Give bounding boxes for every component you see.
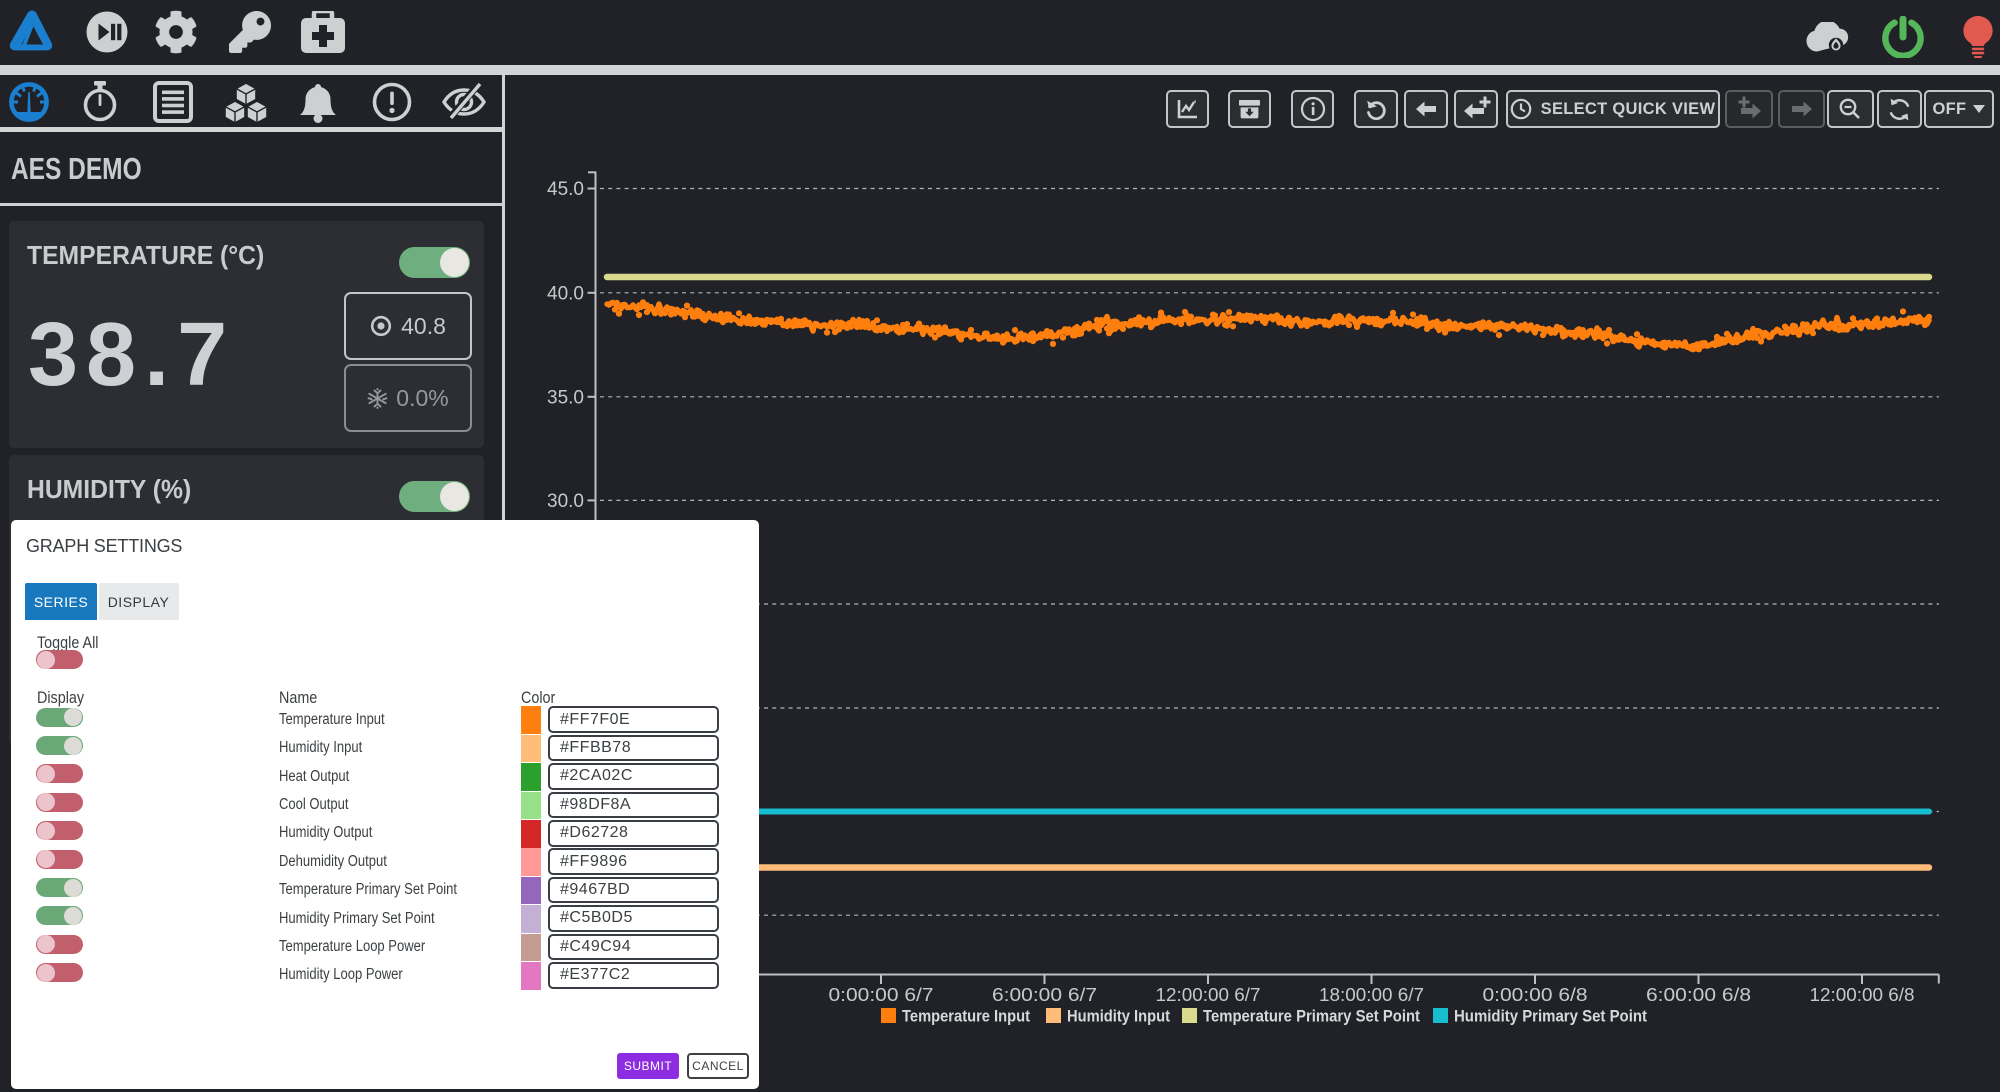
svg-text:0:00:00 6/8: 0:00:00 6/8 bbox=[1483, 984, 1588, 1005]
svg-text:6:00:00 6/8: 6:00:00 6/8 bbox=[1646, 984, 1751, 1005]
svg-text:40.0: 40.0 bbox=[547, 283, 584, 304]
svg-text:35.0: 35.0 bbox=[547, 387, 584, 408]
svg-text:Humidity Primary Set Point: Humidity Primary Set Point bbox=[1454, 1008, 1647, 1026]
svg-text:30.0: 30.0 bbox=[547, 491, 584, 512]
svg-text:Temperature Input: Temperature Input bbox=[902, 1008, 1030, 1026]
svg-text:12:00:00 6/8: 12:00:00 6/8 bbox=[1810, 984, 1915, 1005]
svg-text:6:00:00 6/7: 6:00:00 6/7 bbox=[992, 984, 1097, 1005]
svg-text:12:00:00 6/7: 12:00:00 6/7 bbox=[1156, 984, 1261, 1005]
svg-text:Temperature Primary Set Point: Temperature Primary Set Point bbox=[1203, 1008, 1420, 1026]
svg-text:18:00:00 6/7: 18:00:00 6/7 bbox=[1319, 984, 1424, 1005]
svg-text:Humidity Input: Humidity Input bbox=[1067, 1008, 1170, 1026]
svg-text:45.0: 45.0 bbox=[547, 179, 584, 200]
svg-text:0:00:00 6/7: 0:00:00 6/7 bbox=[829, 984, 934, 1005]
